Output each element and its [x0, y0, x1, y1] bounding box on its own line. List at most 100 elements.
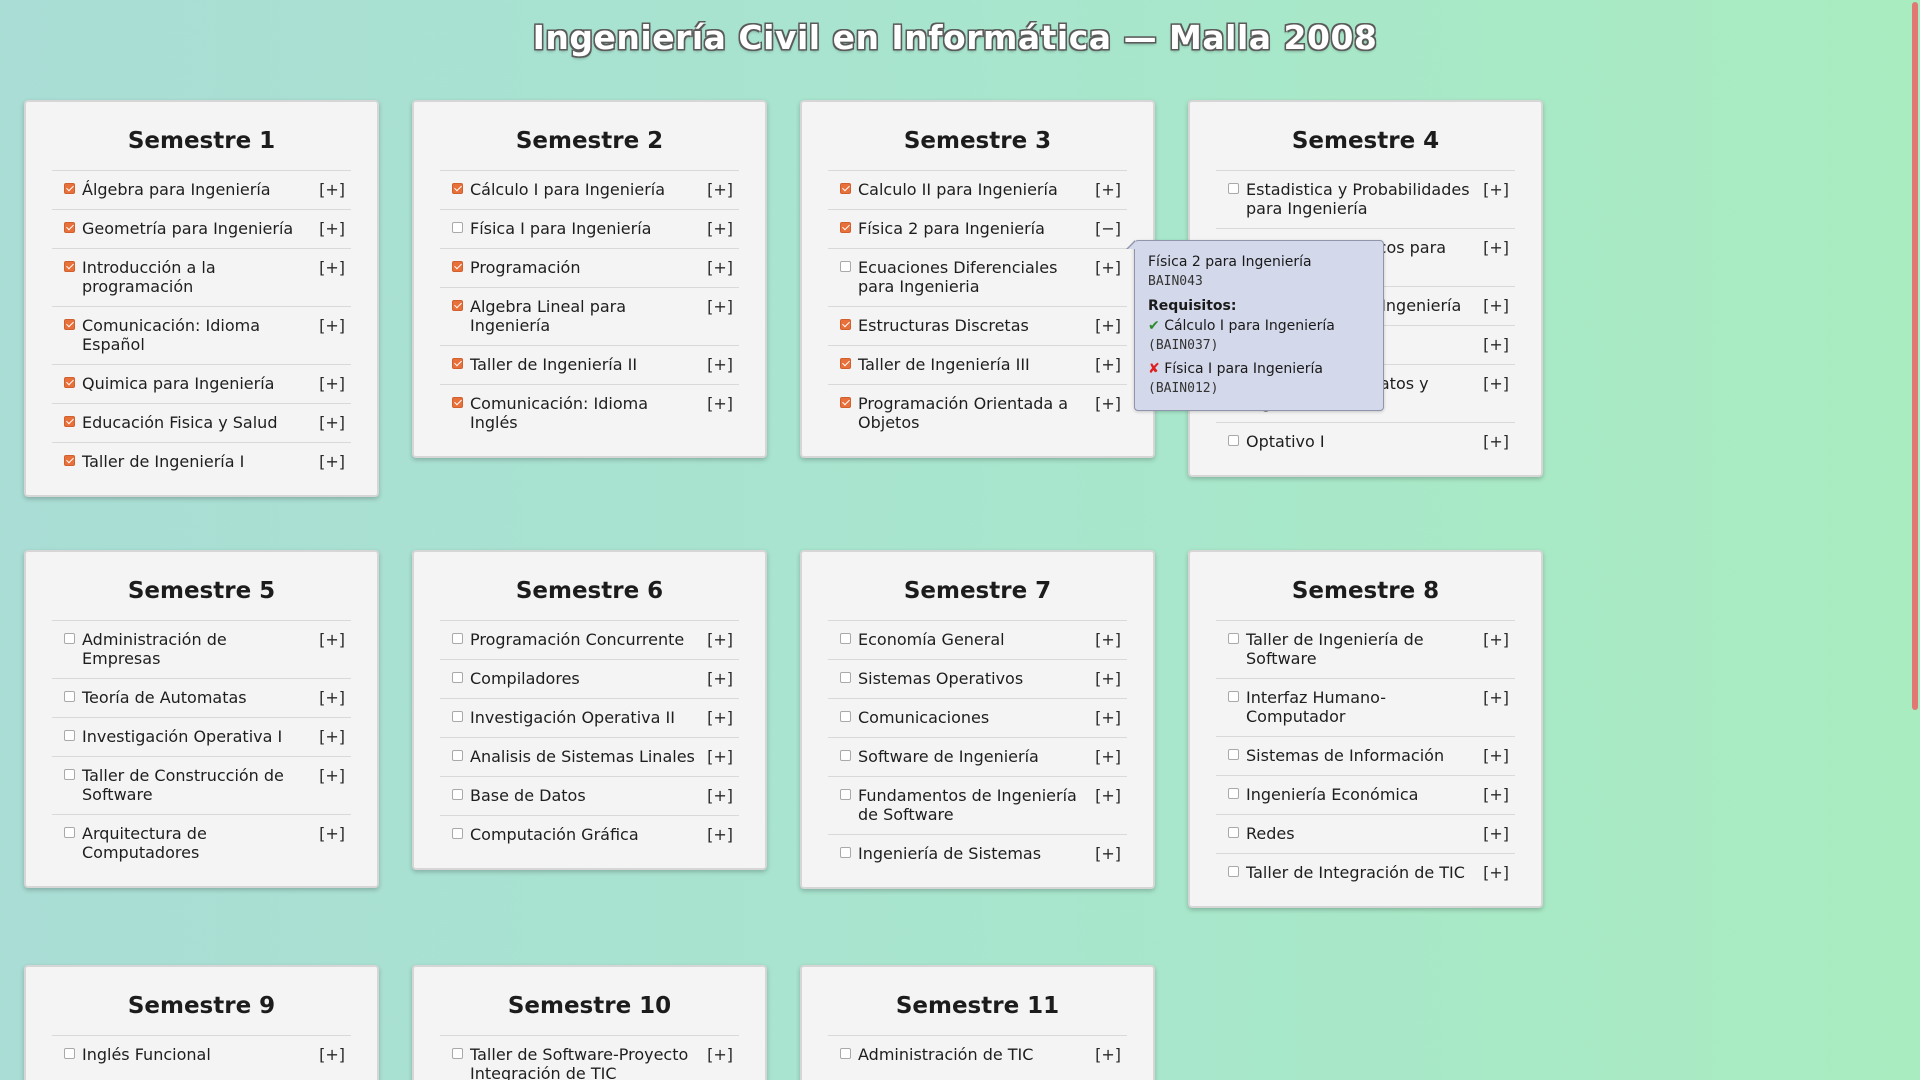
expand-toggle[interactable]: [+]	[319, 180, 345, 199]
expand-toggle[interactable]: [+]	[1095, 786, 1121, 805]
expand-toggle[interactable]: [+]	[1095, 669, 1121, 688]
expand-toggle[interactable]: [+]	[319, 374, 345, 393]
expand-toggle[interactable]: [+]	[707, 297, 733, 316]
expand-toggle[interactable]: [+]	[1483, 863, 1509, 882]
course-checkbox[interactable]	[1228, 183, 1239, 194]
expand-toggle[interactable]: [+]	[1095, 394, 1121, 413]
expand-toggle[interactable]: [+]	[1483, 785, 1509, 804]
scrollbar-thumb[interactable]	[1912, 2, 1918, 710]
course-checkbox[interactable]	[452, 711, 463, 722]
expand-toggle[interactable]: [+]	[707, 747, 733, 766]
course-checkbox[interactable]	[452, 672, 463, 683]
course-checkbox[interactable]	[64, 633, 75, 644]
course-checkbox[interactable]	[840, 358, 851, 369]
course-checkbox[interactable]	[840, 633, 851, 644]
course-checkbox[interactable]	[64, 416, 75, 427]
course-checkbox[interactable]	[1228, 435, 1239, 446]
expand-toggle[interactable]: [+]	[1483, 432, 1509, 451]
course-checkbox[interactable]	[840, 222, 851, 233]
expand-toggle[interactable]: [+]	[707, 708, 733, 727]
course-checkbox[interactable]	[1228, 866, 1239, 877]
course-checkbox[interactable]	[840, 672, 851, 683]
course-checkbox[interactable]	[452, 397, 463, 408]
expand-toggle[interactable]: [+]	[319, 316, 345, 335]
course-checkbox[interactable]	[1228, 633, 1239, 644]
expand-toggle[interactable]: [+]	[1483, 238, 1509, 257]
expand-toggle[interactable]: [+]	[319, 452, 345, 471]
course-checkbox[interactable]	[64, 827, 75, 838]
course-checkbox[interactable]	[1228, 827, 1239, 838]
expand-toggle[interactable]: [+]	[1095, 747, 1121, 766]
expand-toggle[interactable]: [+]	[707, 180, 733, 199]
course-checkbox[interactable]	[64, 183, 75, 194]
course-checkbox[interactable]	[840, 183, 851, 194]
expand-toggle[interactable]: [+]	[707, 669, 733, 688]
expand-toggle[interactable]: [+]	[1095, 708, 1121, 727]
expand-toggle[interactable]: [+]	[1095, 355, 1121, 374]
expand-toggle[interactable]: [+]	[319, 1045, 345, 1064]
course-checkbox[interactable]	[64, 1048, 75, 1059]
course-checkbox[interactable]	[840, 319, 851, 330]
expand-toggle[interactable]: [+]	[707, 219, 733, 238]
expand-toggle[interactable]: [+]	[1095, 1045, 1121, 1064]
expand-toggle[interactable]: [+]	[1483, 824, 1509, 843]
course-checkbox[interactable]	[452, 300, 463, 311]
course-checkbox[interactable]	[1228, 691, 1239, 702]
course-checkbox[interactable]	[452, 750, 463, 761]
expand-toggle[interactable]: [+]	[1483, 746, 1509, 765]
expand-toggle[interactable]: [+]	[1095, 316, 1121, 335]
expand-toggle[interactable]: [+]	[1483, 688, 1509, 707]
course-checkbox[interactable]	[64, 455, 75, 466]
course-checkbox[interactable]	[452, 633, 463, 644]
course-checkbox[interactable]	[452, 222, 463, 233]
course-checkbox[interactable]	[452, 358, 463, 369]
expand-toggle[interactable]: [+]	[707, 630, 733, 649]
expand-toggle[interactable]: [+]	[707, 394, 733, 413]
course-checkbox[interactable]	[64, 222, 75, 233]
course-checkbox[interactable]	[840, 750, 851, 761]
expand-toggle[interactable]: [+]	[319, 219, 345, 238]
expand-toggle[interactable]: [+]	[707, 1045, 733, 1064]
expand-toggle[interactable]: [−]	[1095, 219, 1121, 238]
course-checkbox[interactable]	[452, 828, 463, 839]
expand-toggle[interactable]: [+]	[1483, 374, 1509, 393]
expand-toggle[interactable]: [+]	[707, 825, 733, 844]
course-checkbox[interactable]	[840, 711, 851, 722]
expand-toggle[interactable]: [+]	[1483, 630, 1509, 649]
expand-toggle[interactable]: [+]	[1483, 296, 1509, 315]
expand-toggle[interactable]: [+]	[319, 727, 345, 746]
expand-toggle[interactable]: [+]	[319, 630, 345, 649]
course-checkbox[interactable]	[840, 1048, 851, 1059]
course-checkbox[interactable]	[452, 183, 463, 194]
expand-toggle[interactable]: [+]	[319, 413, 345, 432]
expand-toggle[interactable]: [+]	[1483, 180, 1509, 199]
expand-toggle[interactable]: [+]	[1095, 258, 1121, 277]
course-checkbox[interactable]	[64, 377, 75, 388]
expand-toggle[interactable]: [+]	[707, 355, 733, 374]
expand-toggle[interactable]: [+]	[1095, 844, 1121, 863]
course-checkbox[interactable]	[64, 261, 75, 272]
course-checkbox[interactable]	[452, 261, 463, 272]
course-checkbox[interactable]	[452, 1048, 463, 1059]
expand-toggle[interactable]: [+]	[1095, 180, 1121, 199]
expand-toggle[interactable]: [+]	[707, 258, 733, 277]
course-checkbox[interactable]	[64, 730, 75, 741]
course-checkbox[interactable]	[64, 319, 75, 330]
expand-toggle[interactable]: [+]	[707, 786, 733, 805]
expand-toggle[interactable]: [+]	[319, 766, 345, 785]
course-checkbox[interactable]	[1228, 749, 1239, 760]
course-checkbox[interactable]	[452, 789, 463, 800]
expand-toggle[interactable]: [+]	[319, 824, 345, 843]
expand-toggle[interactable]: [+]	[1095, 630, 1121, 649]
course-checkbox[interactable]	[840, 397, 851, 408]
course-checkbox[interactable]	[64, 691, 75, 702]
course-checkbox[interactable]	[64, 769, 75, 780]
expand-toggle[interactable]: [+]	[319, 258, 345, 277]
course-checkbox[interactable]	[840, 789, 851, 800]
course-checkbox[interactable]	[840, 847, 851, 858]
expand-toggle[interactable]: [+]	[319, 688, 345, 707]
course-checkbox[interactable]	[1228, 788, 1239, 799]
course-checkbox[interactable]	[840, 261, 851, 272]
expand-toggle[interactable]: [+]	[1483, 335, 1509, 354]
scrollbar[interactable]	[1910, 0, 1920, 1080]
